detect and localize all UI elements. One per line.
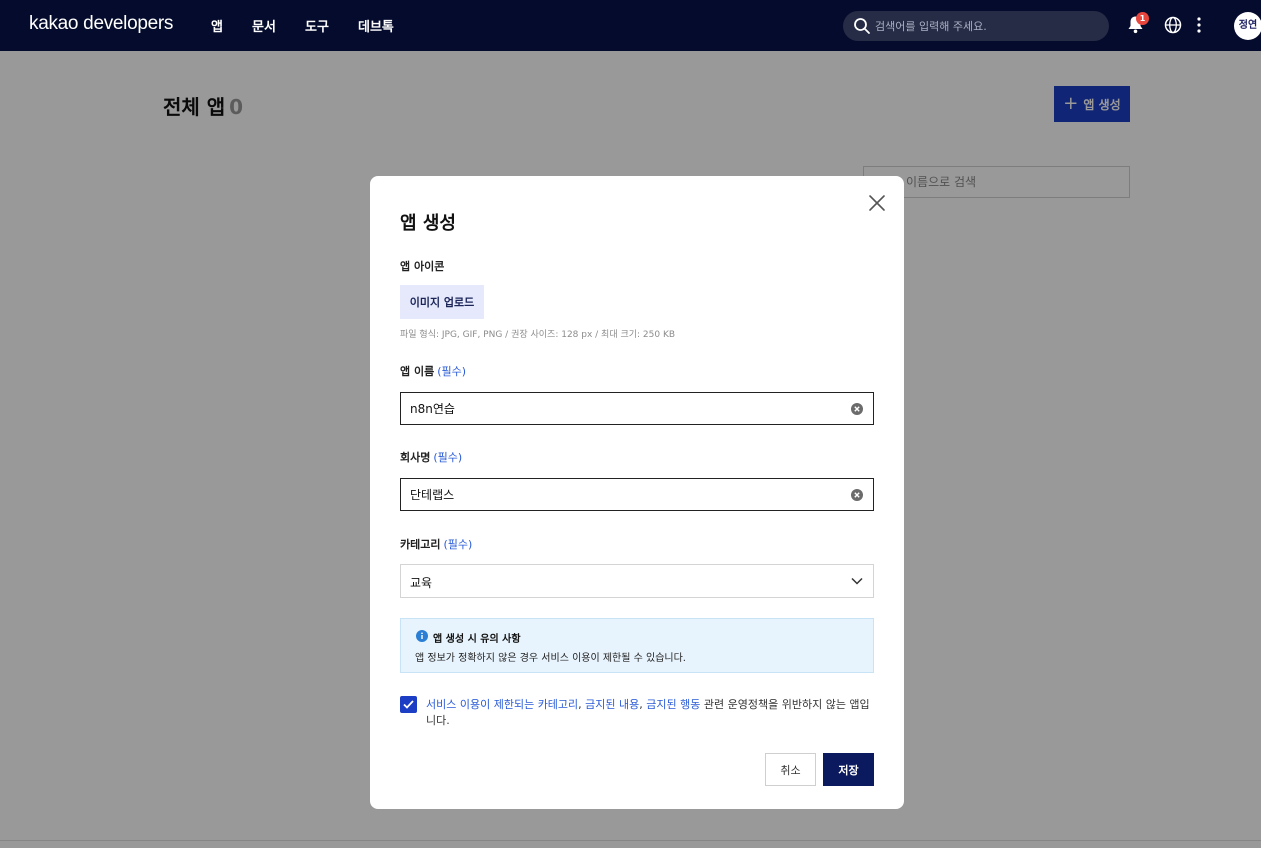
- nav-item-devtalk[interactable]: 데브톡: [358, 16, 394, 35]
- notification-badge: 1: [1136, 12, 1149, 25]
- link-restricted-categories[interactable]: 서비스 이용이 제한되는 카테고리: [426, 698, 578, 711]
- app-name-label-text: 앱 이름: [400, 365, 435, 378]
- creation-notice-box: 앱 생성 시 유의 사항 앱 정보가 정확하지 않은 경우 서비스 이용이 제한…: [400, 618, 874, 673]
- company-input[interactable]: [401, 479, 873, 510]
- company-label-text: 회사명: [400, 451, 431, 464]
- close-icon[interactable]: [868, 194, 886, 212]
- category-selected-value: 교육: [410, 576, 433, 590]
- required-marker: (필수): [433, 451, 463, 464]
- category-select[interactable]: 교육: [400, 564, 874, 598]
- image-upload-button[interactable]: 이미지 업로드: [400, 285, 484, 319]
- save-button[interactable]: 저장: [823, 753, 874, 786]
- globe-icon[interactable]: [1164, 16, 1182, 34]
- link-prohibited-actions[interactable]: 금지된 행동: [646, 698, 700, 711]
- app-name-label: 앱 이름 (필수): [400, 363, 466, 379]
- clear-input-icon[interactable]: [851, 403, 863, 415]
- nav-item-tools[interactable]: 도구: [305, 16, 329, 35]
- create-app-modal: 앱 생성 앱 아이콘 이미지 업로드 파일 형식: JPG, GIF, PNG …: [370, 176, 904, 809]
- policy-agree-text: 서비스 이용이 제한되는 카테고리, 금지된 내용, 금지된 행동 관련 운영정…: [426, 697, 876, 729]
- category-label: 카테고리 (필수): [400, 536, 472, 552]
- app-name-field[interactable]: [400, 392, 874, 425]
- app-icon-label: 앱 아이콘: [400, 260, 445, 273]
- nav-item-apps[interactable]: 앱: [211, 16, 223, 35]
- category-label-text: 카테고리: [400, 538, 441, 551]
- required-marker: (필수): [437, 365, 467, 378]
- notice-text: 앱 정보가 정확하지 않은 경우 서비스 이용이 제한될 수 있습니다.: [415, 653, 686, 664]
- app-name-input[interactable]: [401, 393, 873, 424]
- modal-title: 앱 생성: [400, 213, 456, 234]
- global-search[interactable]: [843, 11, 1109, 41]
- file-format-help: 파일 형식: JPG, GIF, PNG / 권장 사이즈: 128 px / …: [400, 330, 676, 340]
- search-icon: [854, 18, 870, 34]
- chevron-down-icon: [851, 577, 863, 585]
- checkmark-icon: [403, 700, 414, 709]
- top-nav-bar: kakao developers 앱 문서 도구 데브톡 1 정연: [0, 0, 1261, 51]
- global-search-input[interactable]: [875, 11, 1103, 41]
- info-icon: [416, 630, 428, 642]
- link-prohibited-content[interactable]: 금지된 내용: [585, 698, 639, 711]
- nav-item-docs[interactable]: 문서: [252, 16, 276, 35]
- policy-agree-checkbox[interactable]: [400, 696, 417, 713]
- notice-title: 앱 생성 시 유의 사항: [433, 634, 521, 645]
- company-label: 회사명 (필수): [400, 449, 462, 465]
- clear-input-icon[interactable]: [851, 489, 863, 501]
- company-field[interactable]: [400, 478, 874, 511]
- required-marker: (필수): [443, 538, 473, 551]
- user-avatar[interactable]: 정연: [1234, 12, 1261, 40]
- more-vertical-icon[interactable]: [1196, 15, 1202, 35]
- cancel-button[interactable]: 취소: [765, 753, 816, 786]
- kakao-developers-logo[interactable]: kakao developers: [29, 13, 173, 35]
